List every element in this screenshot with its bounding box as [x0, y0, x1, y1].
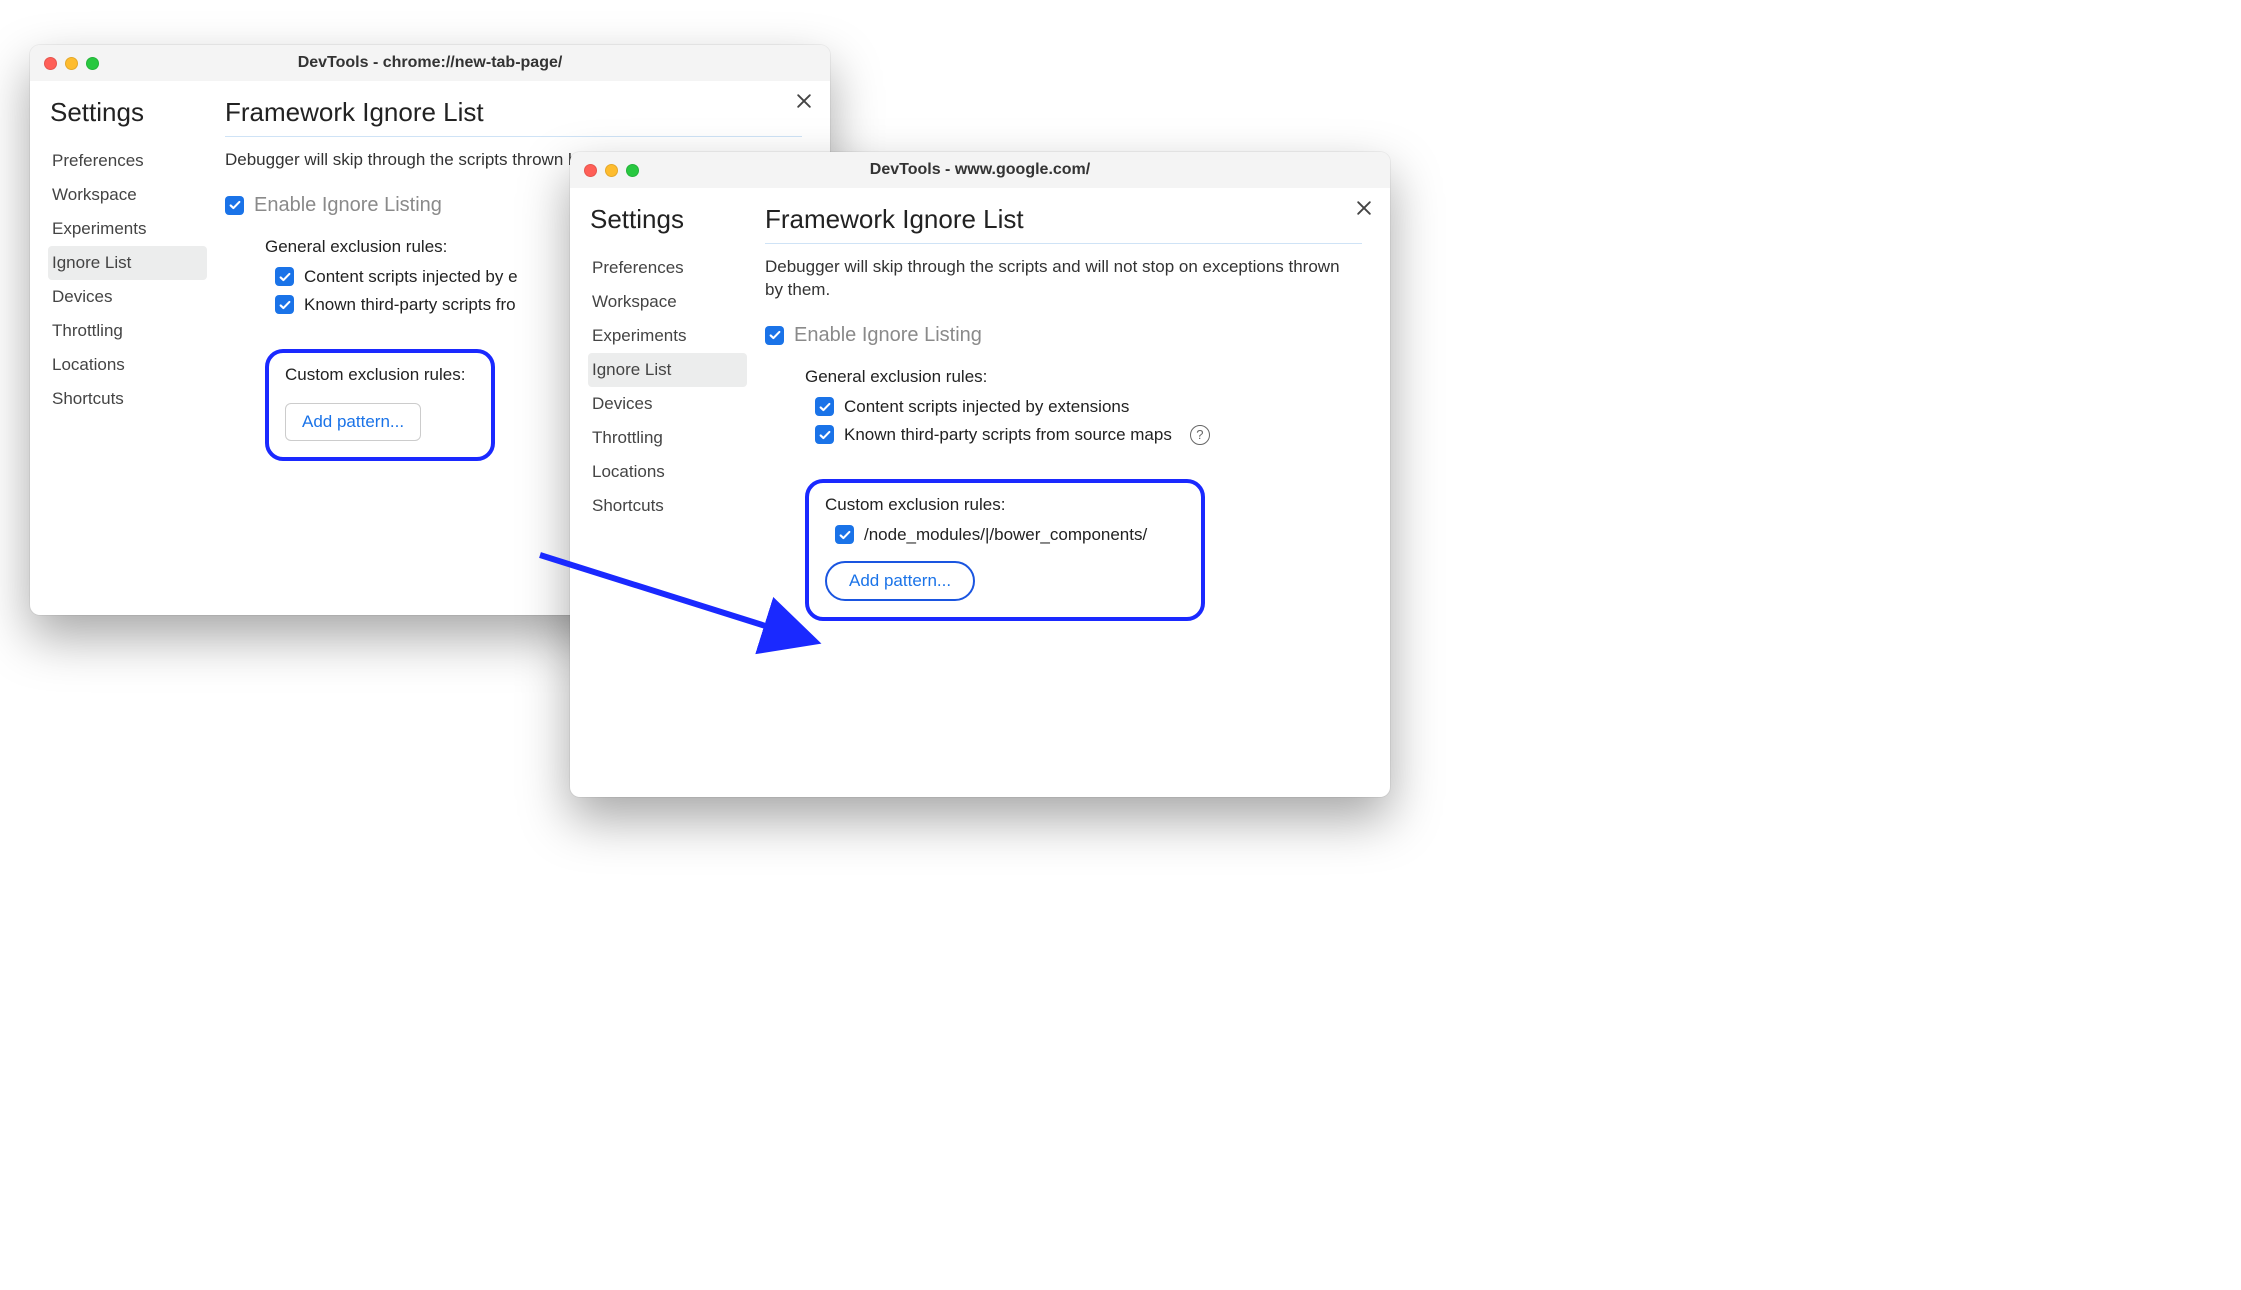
custom-exclusion-heading: Custom exclusion rules:: [285, 365, 475, 385]
traffic-lights: [584, 164, 639, 177]
sidebar-item-throttling[interactable]: Throttling: [588, 421, 747, 455]
sidebar-item-devices[interactable]: Devices: [48, 280, 207, 314]
sidebar-item-preferences[interactable]: Preferences: [588, 251, 747, 285]
general-exclusion-heading: General exclusion rules:: [805, 367, 1362, 387]
third-party-scripts-checkbox[interactable]: [275, 295, 294, 314]
third-party-scripts-checkbox[interactable]: [815, 425, 834, 444]
window-title: DevTools - chrome://new-tab-page/: [30, 54, 830, 72]
highlight-annotation-1: Custom exclusion rules: Add pattern...: [265, 349, 495, 461]
sidebar-item-throttling[interactable]: Throttling: [48, 314, 207, 348]
enable-ignore-listing-label: Enable Ignore Listing: [794, 324, 982, 347]
settings-sidebar: Settings Preferences Workspace Experimen…: [30, 81, 215, 595]
custom-pattern-checkbox[interactable]: [835, 525, 854, 544]
custom-exclusion-section: Custom exclusion rules: /node_modules/|/…: [805, 465, 1362, 621]
page-title: Framework Ignore List: [225, 97, 802, 137]
page-description: Debugger will skip through the scripts a…: [765, 256, 1362, 302]
window-title: DevTools - www.google.com/: [570, 161, 1390, 179]
enable-ignore-listing-checkbox[interactable]: [225, 196, 244, 215]
close-settings-button[interactable]: [1354, 198, 1374, 224]
close-window-icon[interactable]: [584, 164, 597, 177]
content-scripts-checkbox[interactable]: [815, 397, 834, 416]
settings-main: Framework Ignore List Debugger will skip…: [755, 188, 1390, 777]
page-title: Framework Ignore List: [765, 204, 1362, 244]
sidebar-item-preferences[interactable]: Preferences: [48, 144, 207, 178]
sidebar-item-locations[interactable]: Locations: [588, 455, 747, 489]
sidebar-item-workspace[interactable]: Workspace: [588, 285, 747, 319]
general-exclusion-section: General exclusion rules: Content scripts…: [805, 367, 1362, 445]
sidebar-item-ignore-list[interactable]: Ignore List: [588, 353, 747, 387]
sidebar-item-experiments[interactable]: Experiments: [588, 319, 747, 353]
custom-pattern-row: /node_modules/|/bower_components/: [835, 525, 1185, 545]
highlight-annotation-2: Custom exclusion rules: /node_modules/|/…: [805, 479, 1205, 621]
sidebar-item-ignore-list[interactable]: Ignore List: [48, 246, 207, 280]
sidebar-item-locations[interactable]: Locations: [48, 348, 207, 382]
sidebar-item-experiments[interactable]: Experiments: [48, 212, 207, 246]
titlebar[interactable]: DevTools - chrome://new-tab-page/: [30, 45, 830, 81]
minimize-window-icon[interactable]: [605, 164, 618, 177]
close-window-icon[interactable]: [44, 57, 57, 70]
devtools-window-2: DevTools - www.google.com/ Settings Pref…: [570, 152, 1390, 797]
custom-pattern-label: /node_modules/|/bower_components/: [864, 525, 1147, 545]
close-settings-button[interactable]: [794, 91, 814, 117]
maximize-window-icon[interactable]: [626, 164, 639, 177]
sidebar-item-shortcuts[interactable]: Shortcuts: [48, 382, 207, 416]
titlebar[interactable]: DevTools - www.google.com/: [570, 152, 1390, 188]
third-party-scripts-label: Known third-party scripts from source ma…: [844, 425, 1172, 445]
third-party-scripts-row: Known third-party scripts from source ma…: [815, 425, 1362, 445]
enable-ignore-listing-label: Enable Ignore Listing: [254, 194, 442, 217]
sidebar-item-devices[interactable]: Devices: [588, 387, 747, 421]
maximize-window-icon[interactable]: [86, 57, 99, 70]
add-pattern-button[interactable]: Add pattern...: [285, 403, 421, 441]
help-icon[interactable]: ?: [1190, 425, 1210, 445]
third-party-scripts-label: Known third-party scripts fro: [304, 295, 516, 315]
enable-ignore-listing-checkbox[interactable]: [765, 326, 784, 345]
custom-exclusion-heading: Custom exclusion rules:: [825, 495, 1185, 515]
settings-heading: Settings: [50, 97, 215, 128]
content-scripts-label: Content scripts injected by e: [304, 267, 518, 287]
sidebar-item-shortcuts[interactable]: Shortcuts: [588, 489, 747, 523]
sidebar-item-workspace[interactable]: Workspace: [48, 178, 207, 212]
settings-heading: Settings: [590, 204, 755, 235]
content-scripts-checkbox[interactable]: [275, 267, 294, 286]
settings-sidebar: Settings Preferences Workspace Experimen…: [570, 188, 755, 777]
minimize-window-icon[interactable]: [65, 57, 78, 70]
add-pattern-button[interactable]: Add pattern...: [825, 561, 975, 601]
enable-ignore-listing-row: Enable Ignore Listing: [765, 324, 1362, 347]
content-scripts-row: Content scripts injected by extensions: [815, 397, 1362, 417]
content-scripts-label: Content scripts injected by extensions: [844, 397, 1129, 417]
traffic-lights: [44, 57, 99, 70]
